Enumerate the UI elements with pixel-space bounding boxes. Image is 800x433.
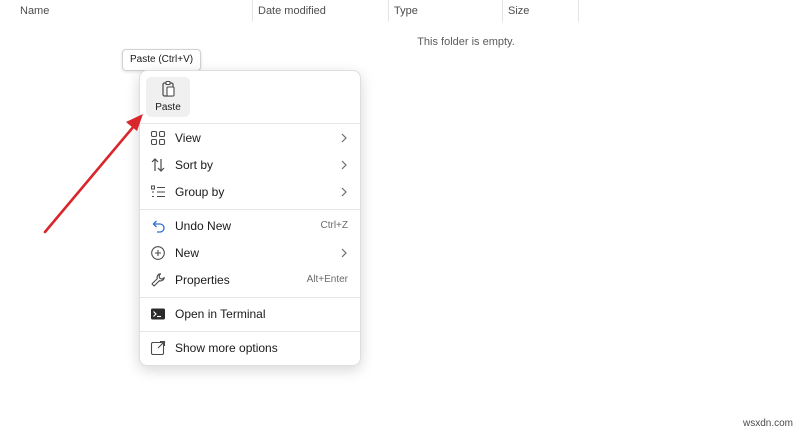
- menu-separator: [140, 331, 360, 332]
- wrench-icon: [151, 273, 165, 287]
- menu-item-show-more-options[interactable]: Show more options: [144, 335, 356, 361]
- menu-item-properties[interactable]: Properties Alt+Enter: [144, 267, 356, 293]
- column-header-date-modified[interactable]: Date modified: [252, 0, 388, 22]
- menu-separator: [140, 123, 360, 124]
- menu-item-label: View: [175, 131, 201, 145]
- menu-item-label: Open in Terminal: [175, 307, 266, 321]
- empty-folder-message: This folder is empty.: [417, 36, 515, 48]
- watermark-text: wsxdn.com: [742, 418, 793, 429]
- quick-actions-row: Paste: [140, 71, 360, 121]
- menu-item-label: Sort by: [175, 158, 214, 172]
- menu-item-label: New: [175, 246, 200, 260]
- menu-item-open-in-terminal[interactable]: Open in Terminal: [144, 301, 356, 327]
- chevron-right-icon: [341, 133, 347, 143]
- menu-item-undo-new[interactable]: Undo New Ctrl+Z: [144, 213, 356, 239]
- grid-icon: [150, 130, 166, 146]
- menu-item-label: Show more options: [175, 341, 278, 355]
- shortcut-label: Ctrl+Z: [320, 220, 349, 231]
- chevron-right-icon: [341, 248, 347, 258]
- menu-item-view[interactable]: View: [144, 125, 356, 151]
- menu-item-group-by[interactable]: Group by: [144, 179, 356, 205]
- paste-button-label: Paste: [155, 102, 181, 113]
- undo-icon: [152, 220, 165, 233]
- menu-separator: [140, 209, 360, 210]
- column-header-type[interactable]: Type: [388, 0, 502, 22]
- column-divider[interactable]: [578, 0, 579, 22]
- paste-tooltip: Paste (Ctrl+V): [122, 49, 202, 71]
- column-header-size[interactable]: Size: [502, 0, 578, 22]
- column-header-bar: Name Date modified Type Size: [0, 0, 800, 22]
- context-menu: Paste View Sort by Group by Undo New Ctr…: [139, 70, 361, 366]
- chevron-right-icon: [341, 187, 347, 197]
- red-arrow-annotation: [43, 114, 143, 234]
- menu-item-new[interactable]: New: [144, 240, 356, 266]
- menu-item-label: Properties: [175, 273, 230, 287]
- sort-arrows-icon: [151, 158, 165, 172]
- menu-item-label: Undo New: [175, 219, 232, 233]
- shortcut-label: Alt+Enter: [306, 274, 348, 285]
- list-icon: [151, 185, 165, 198]
- chevron-right-icon: [341, 160, 347, 170]
- menu-separator: [140, 297, 360, 298]
- column-header-name[interactable]: Name: [14, 0, 252, 22]
- paste-icon: [162, 80, 175, 97]
- menu-item-label: Group by: [175, 185, 225, 199]
- plus-circle-icon: [151, 246, 165, 260]
- expand-icon: [150, 340, 166, 356]
- paste-button[interactable]: Paste: [146, 77, 190, 117]
- menu-item-sort-by[interactable]: Sort by: [144, 152, 356, 178]
- terminal-icon: [151, 308, 165, 320]
